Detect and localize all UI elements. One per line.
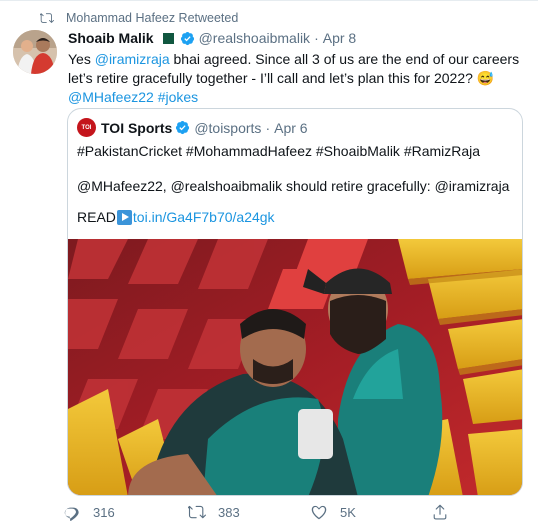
quoted-tweet[interactable]: TOI TOI Sports @toisports · Apr 6 #Pakis…	[67, 108, 523, 496]
tweet-card[interactable]: Mohammad Hafeez Retweeted Shoaib Malik @…	[0, 0, 538, 531]
avatar[interactable]	[13, 30, 57, 74]
like-button[interactable]: 5K	[310, 503, 356, 521]
retweet-icon	[188, 505, 206, 519]
avatar-photo	[13, 30, 57, 74]
retweet-button[interactable]: 383	[188, 503, 240, 521]
hashtag-jokes[interactable]: #jokes	[158, 89, 198, 105]
play-arrow-icon	[116, 210, 132, 225]
tweet-date[interactable]: Apr 8	[323, 30, 356, 46]
share-icon	[433, 504, 447, 520]
mention-mhafeez22[interactable]: @MHafeez22	[68, 89, 154, 105]
toi-logo[interactable]: TOI	[77, 118, 96, 137]
heart-icon	[311, 505, 327, 520]
retweet-small-icon	[40, 13, 54, 23]
quoted-image[interactable]	[68, 239, 523, 496]
read-label: READ	[77, 209, 116, 225]
retweet-label[interactable]: Mohammad Hafeez Retweeted	[66, 11, 238, 25]
quoted-header: TOI TOI Sports @toisports · Apr 6	[77, 118, 308, 137]
quoted-handle[interactable]: @toisports	[194, 120, 261, 136]
reply-icon	[64, 507, 79, 521]
quoted-author-name[interactable]: TOI Sports	[101, 120, 172, 136]
pakistan-flag-icon	[158, 32, 174, 44]
tweet-header: Shoaib Malik @realshoaibmalik · Apr 8	[68, 30, 356, 46]
mention-iramizraja[interactable]: @iramizraja	[95, 51, 170, 67]
separator-dot: ·	[314, 30, 319, 46]
retweet-count: 383	[218, 504, 240, 520]
quoted-date[interactable]: Apr 6	[274, 120, 307, 136]
toi-logo-text: TOI	[81, 124, 92, 131]
verified-icon	[180, 31, 194, 45]
action-bar: 316 383 5K	[60, 503, 530, 525]
like-count: 5K	[340, 504, 356, 520]
separator-dot: ·	[265, 119, 271, 136]
author-handle[interactable]: @realshoaibmalik	[199, 30, 310, 46]
verified-icon	[176, 120, 190, 135]
text-part: Yes	[68, 51, 95, 67]
author-name[interactable]: Shoaib Malik	[68, 30, 154, 46]
quoted-read-row: READ toi.in/Ga4F7b70/a24gk	[77, 208, 275, 227]
quoted-line-2: @MHafeez22, @realshoaibmalik should reti…	[77, 178, 510, 194]
quoted-link[interactable]: toi.in/Ga4F7b70/a24gk	[133, 208, 275, 227]
reply-button[interactable]: 316	[63, 503, 115, 521]
quoted-hashtags[interactable]: #PakistanCricket #MohammadHafeez #Shoaib…	[77, 142, 480, 161]
share-button[interactable]	[431, 503, 449, 521]
reply-count: 316	[93, 504, 115, 520]
retweet-context[interactable]: Mohammad Hafeez Retweeted	[40, 11, 238, 25]
tweet-text: Yes @iramizraja bhai agreed. Since all 3…	[68, 50, 528, 107]
